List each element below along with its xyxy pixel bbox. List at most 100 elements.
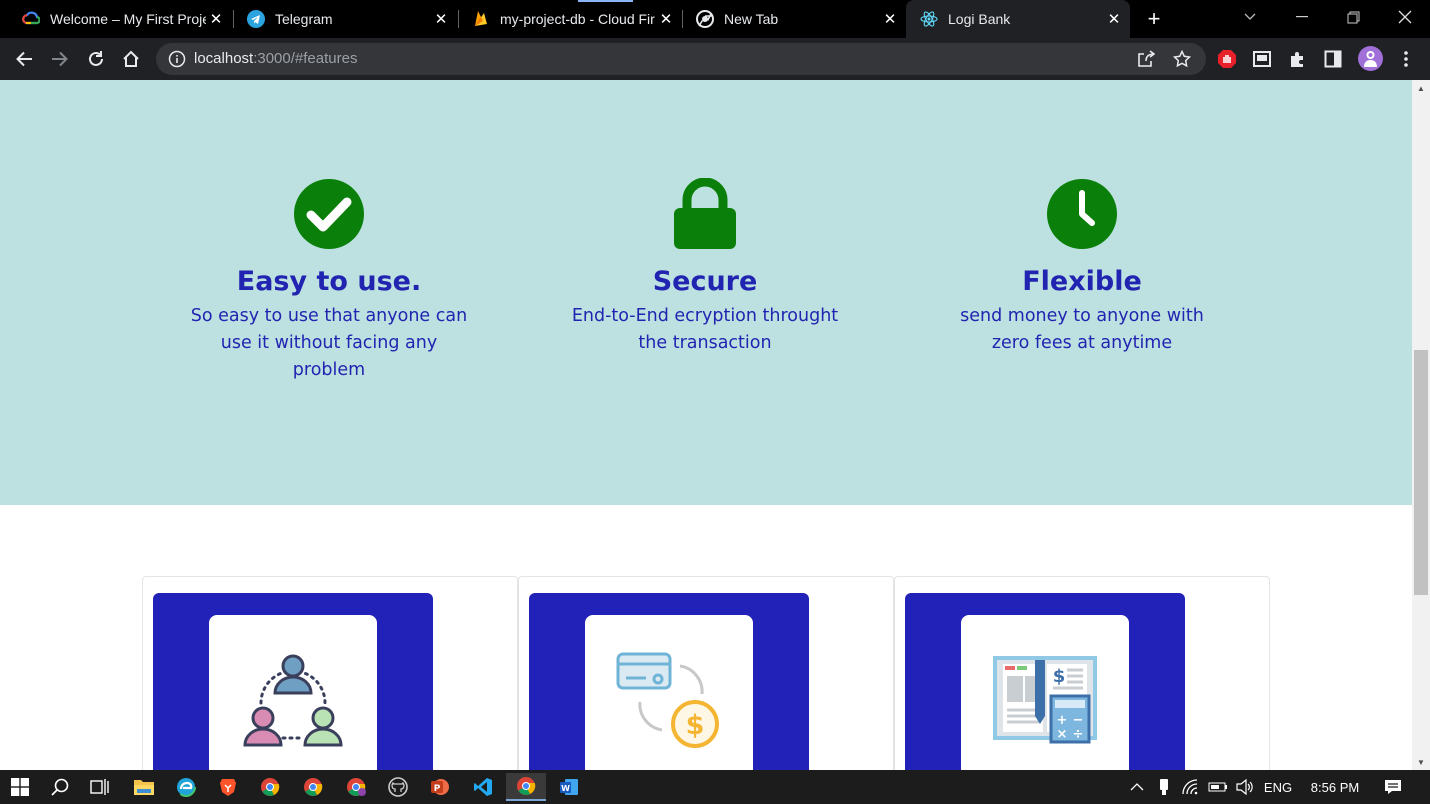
- bookmark-button[interactable]: [1170, 47, 1194, 71]
- window-close-button[interactable]: [1380, 0, 1430, 34]
- arrow-right-icon: [52, 51, 68, 67]
- powerpoint-icon: P: [431, 779, 449, 795]
- reload-icon: [89, 51, 103, 66]
- minimize-button[interactable]: [1277, 0, 1327, 34]
- card-image: $: [585, 615, 753, 770]
- card-banner: $: [529, 593, 809, 770]
- browser-menu-button[interactable]: [1394, 47, 1418, 71]
- forward-button[interactable]: [48, 47, 72, 71]
- picture-in-picture-icon: [1253, 51, 1271, 67]
- taskbar-chrome-canary[interactable]: [336, 773, 376, 801]
- firebase-icon: [472, 10, 490, 28]
- share-button[interactable]: [1134, 47, 1158, 71]
- tray-clock[interactable]: 8:56 PM: [1302, 770, 1368, 804]
- tab-title: Welcome – My First Proje: [50, 11, 206, 27]
- speaker-icon: [1236, 779, 1253, 795]
- card-to-dollar-icon: $: [616, 652, 719, 748]
- info-icon[interactable]: [168, 50, 186, 68]
- taskbar-chrome-active[interactable]: [506, 773, 546, 801]
- tray-language[interactable]: ENG: [1262, 770, 1294, 804]
- page-viewport: Easy to use. So easy to use that anyone …: [0, 80, 1412, 770]
- chevron-up-icon: [1130, 783, 1144, 791]
- tray-network[interactable]: [1180, 770, 1202, 804]
- restore-icon: [1347, 11, 1359, 23]
- scroll-down-arrow[interactable]: ▼: [1412, 754, 1430, 770]
- ledger-calculator-icon: $ + − × ÷: [993, 656, 1097, 744]
- svg-text:×: ×: [1057, 727, 1068, 742]
- home-button[interactable]: [119, 47, 143, 71]
- reload-button[interactable]: [84, 47, 108, 71]
- taskbar-word[interactable]: W: [549, 773, 589, 801]
- share-icon: [1138, 50, 1155, 67]
- vscode-icon: [474, 778, 492, 796]
- task-view-icon: [90, 779, 109, 795]
- close-icon[interactable]: ✕: [880, 9, 900, 29]
- extensions-button[interactable]: [1286, 47, 1310, 71]
- taskbar-chrome-2[interactable]: [293, 773, 333, 801]
- close-icon[interactable]: ✕: [656, 9, 676, 29]
- taskbar-file-explorer[interactable]: [124, 773, 164, 801]
- back-button[interactable]: [12, 47, 36, 71]
- scroll-up-arrow[interactable]: ▲: [1412, 80, 1430, 96]
- tab-title: my-project-db - Cloud Fir: [500, 11, 655, 27]
- url-host: localhost: [194, 50, 254, 67]
- telegram-icon: [247, 10, 265, 28]
- side-panel-button[interactable]: [1321, 47, 1345, 71]
- lock-icon: [669, 178, 741, 250]
- taskbar-chrome-1[interactable]: [250, 773, 290, 801]
- restore-button[interactable]: [1328, 0, 1378, 34]
- tab-new-tab[interactable]: New Tab ✕: [674, 0, 906, 38]
- url-text: localhost:3000/#features: [194, 50, 357, 67]
- taskbar-edge[interactable]: [166, 773, 206, 801]
- service-card[interactable]: [142, 576, 518, 770]
- feature-easy-to-use: Easy to use. So easy to use that anyone …: [179, 178, 479, 384]
- search-button[interactable]: [40, 773, 80, 801]
- chrome-icon: [696, 10, 714, 28]
- close-icon[interactable]: ✕: [206, 9, 226, 29]
- start-button[interactable]: [0, 773, 40, 801]
- tab-firebase[interactable]: my-project-db - Cloud Fir ✕: [450, 0, 682, 38]
- tray-usb[interactable]: [1153, 770, 1175, 804]
- profile-avatar[interactable]: [1358, 46, 1383, 71]
- extension-picture-button[interactable]: [1250, 47, 1274, 71]
- taskbar-github[interactable]: [378, 773, 418, 801]
- clock-icon: [1046, 178, 1118, 250]
- page-scrollbar[interactable]: ▲ ▼: [1412, 80, 1430, 770]
- feature-title: Easy to use.: [236, 266, 422, 297]
- taskbar-vscode[interactable]: [463, 773, 503, 801]
- google-cloud-icon: [22, 10, 40, 28]
- card-banner: $ + − × ÷: [905, 593, 1185, 770]
- extension-adblock-button[interactable]: [1215, 47, 1239, 71]
- tray-notifications[interactable]: [1380, 770, 1406, 804]
- new-tab-button[interactable]: +: [1142, 6, 1166, 31]
- close-icon: [1398, 10, 1412, 24]
- side-panel-icon: [1324, 50, 1342, 68]
- tab-logi-bank[interactable]: Logi Bank ✕: [906, 0, 1130, 38]
- tray-volume[interactable]: [1233, 770, 1257, 804]
- taskbar-brave[interactable]: [208, 773, 248, 801]
- feature-title: Flexible: [1022, 266, 1142, 297]
- taskbar-powerpoint[interactable]: P: [420, 773, 460, 801]
- show-hidden-icons-button[interactable]: [1126, 770, 1148, 804]
- usb-drive-icon: [1160, 779, 1168, 795]
- folder-icon: [134, 780, 154, 795]
- wifi-icon: [1182, 779, 1198, 795]
- feature-flexible: Flexible send money to anyone with zero …: [932, 178, 1232, 357]
- tab-welcome[interactable]: Welcome – My First Proje ✕: [0, 0, 232, 38]
- word-icon: W: [560, 779, 578, 795]
- address-bar[interactable]: localhost:3000/#features: [156, 43, 1206, 75]
- scroll-thumb[interactable]: [1414, 350, 1428, 595]
- service-card[interactable]: $: [518, 576, 894, 770]
- close-icon[interactable]: ✕: [1104, 9, 1124, 29]
- user-icon: [1364, 51, 1377, 67]
- tray-battery[interactable]: [1206, 770, 1230, 804]
- search-icon: [51, 778, 69, 796]
- service-card[interactable]: $ + − × ÷: [894, 576, 1270, 770]
- svg-text:−: −: [1073, 713, 1084, 728]
- feature-title: Secure: [652, 266, 758, 297]
- tab-telegram[interactable]: Telegram ✕: [225, 0, 457, 38]
- windows-taskbar: P W ENG 8:56 PM: [0, 770, 1430, 804]
- task-view-button[interactable]: [80, 773, 120, 801]
- tab-search-button[interactable]: [1225, 0, 1275, 34]
- close-icon[interactable]: ✕: [431, 9, 451, 29]
